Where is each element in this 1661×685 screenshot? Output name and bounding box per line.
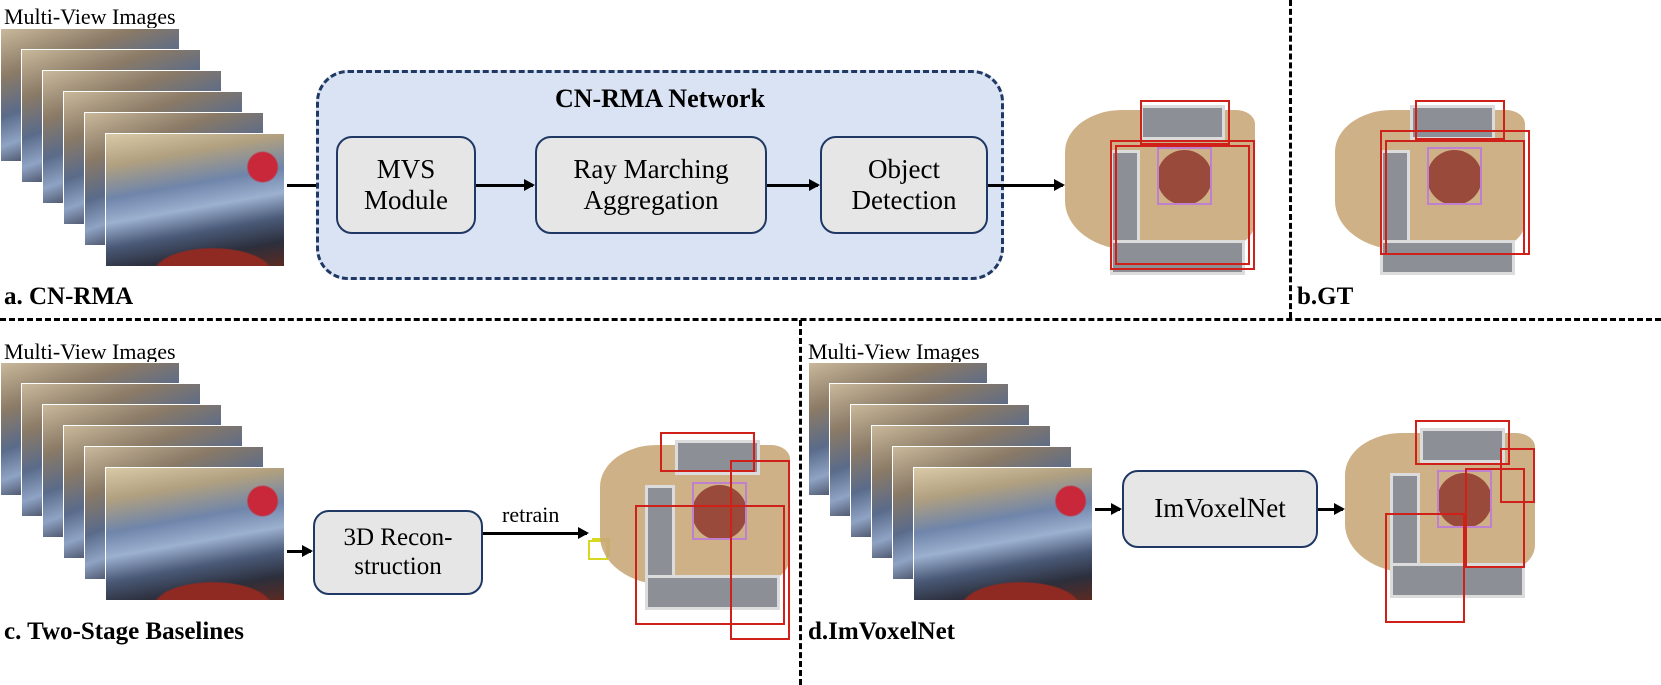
bbox-3d <box>635 505 785 625</box>
ray-marching-box: Ray Marching Aggregation <box>535 136 767 234</box>
reconstruction-box: 3D Recon- struction <box>313 510 483 595</box>
object-detection-box: Object Detection <box>820 136 988 234</box>
arrow-detection-to-output <box>988 179 1065 191</box>
panel-title-c: c. Two-Stage Baselines <box>4 618 245 645</box>
view-image <box>105 467 285 601</box>
arrow-mvs-to-ray <box>476 179 535 191</box>
panel-title-d: d.ImVoxelNet <box>808 618 955 645</box>
input-label-a: Multi-View Images <box>4 4 176 29</box>
bbox-3d <box>1385 513 1465 623</box>
bbox-3d <box>1115 145 1250 265</box>
network-title: CN-RMA Network <box>554 84 766 113</box>
arrow-input-to-imvoxelnet <box>1095 503 1122 515</box>
divider-vertical-top <box>1289 0 1292 318</box>
imvoxelnet-box: ImVoxelNet <box>1122 470 1318 548</box>
imvoxelnet-label: ImVoxelNet <box>1154 493 1286 524</box>
view-image <box>105 133 285 267</box>
bbox-3d <box>1415 420 1510 465</box>
reconstruction-label: 3D Recon- struction <box>343 523 453 580</box>
mvs-module-label: MVS Module <box>364 153 448 215</box>
bbox-3d <box>1385 140 1525 255</box>
view-image <box>913 467 1093 601</box>
retrain-label: retrain <box>502 502 560 527</box>
object-detection-label: Object Detection <box>851 153 957 215</box>
figure: Multi-View Images CN-RMA Network MVS Mod… <box>0 0 1661 685</box>
divider-horizontal <box>0 318 1661 321</box>
arrow-reconstruction-to-output <box>483 527 589 539</box>
arrow-ray-to-detection <box>767 179 820 191</box>
mvs-module-box: MVS Module <box>336 136 476 234</box>
divider-vertical-bottom <box>799 320 802 685</box>
panel-title-b: b.GT <box>1297 283 1354 310</box>
arrow-imvoxelnet-to-output <box>1318 503 1345 515</box>
bbox-3d <box>1140 100 1230 145</box>
bbox-3d <box>1500 448 1535 503</box>
panel-title-a: a. CN-RMA <box>4 283 134 310</box>
ray-marching-label: Ray Marching Aggregation <box>573 153 729 215</box>
arrow-input-to-reconstruction <box>287 545 313 557</box>
